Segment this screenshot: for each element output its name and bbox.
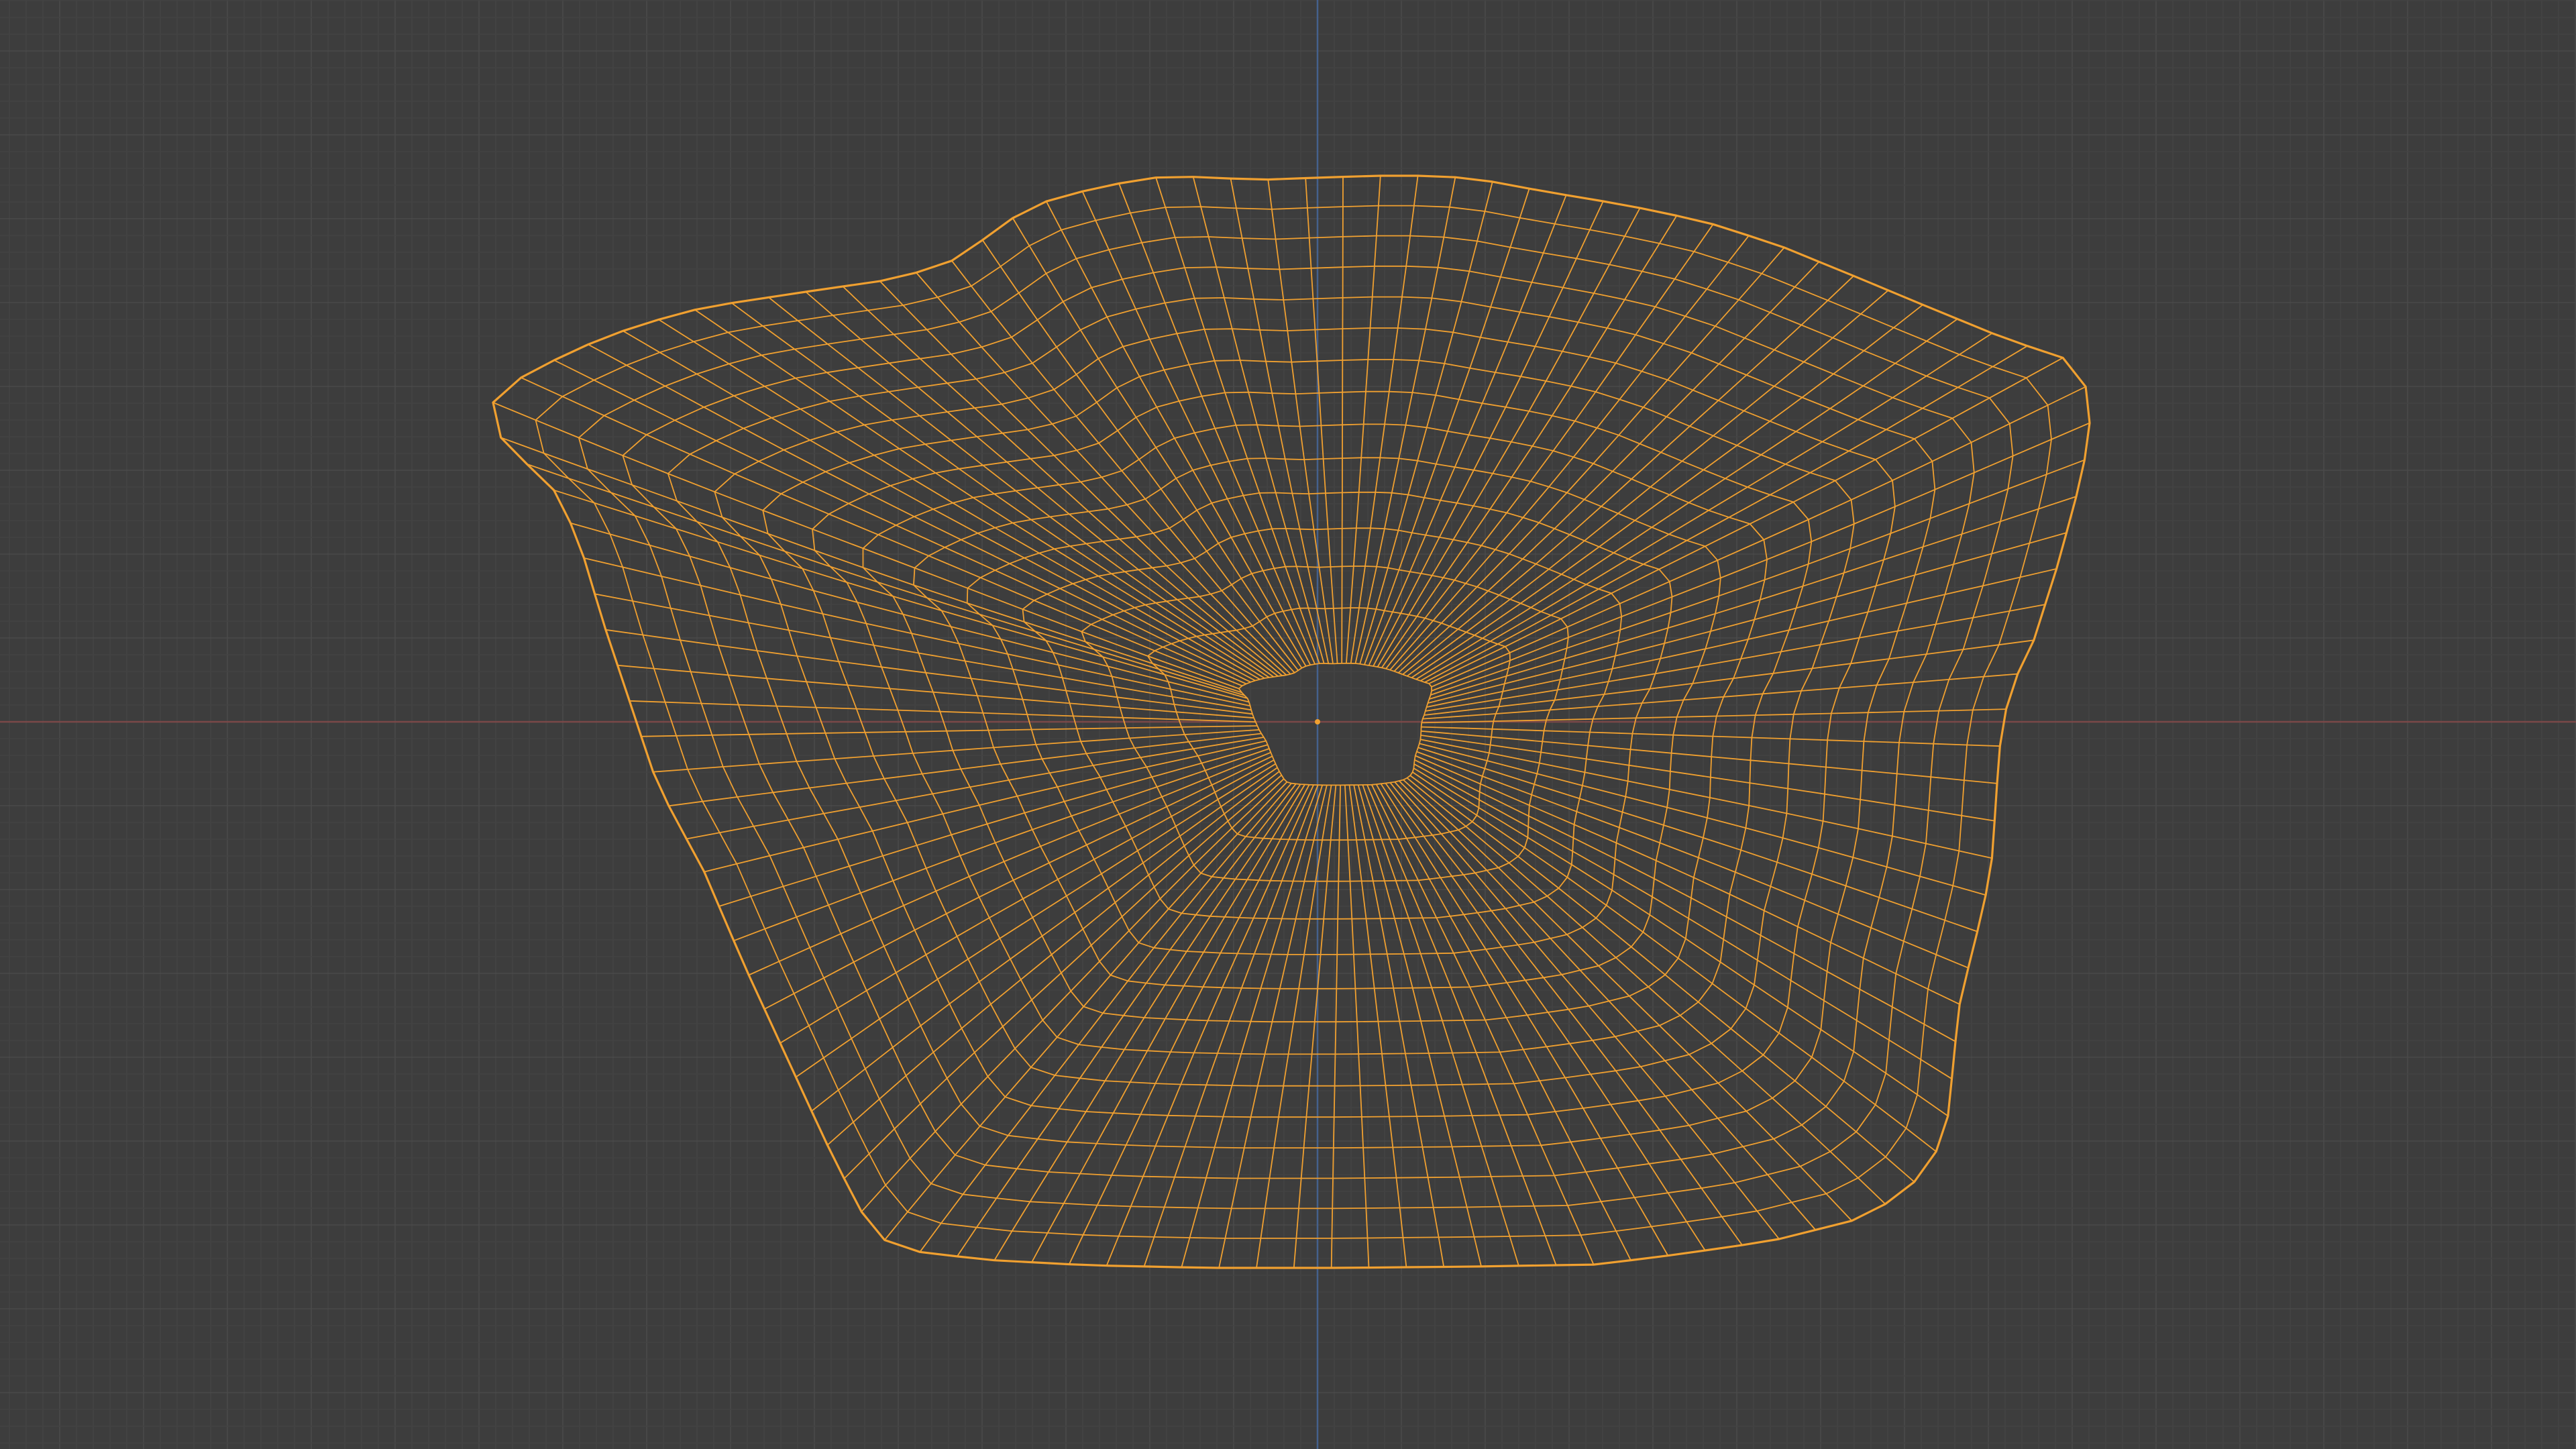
mesh-edge-radial	[1381, 215, 1678, 668]
3d-viewport[interactable]	[0, 0, 2576, 1449]
mesh-edge-radial	[1416, 751, 1969, 969]
mesh-edge-radial	[653, 729, 1260, 773]
mesh-edge-radial	[1409, 775, 1915, 1183]
mesh-edge-radial	[1393, 247, 1785, 672]
mesh-edge-radial	[1377, 207, 1641, 667]
mesh-edge-radial	[1371, 784, 1595, 1265]
mesh-edge-radial	[861, 778, 1285, 1212]
mesh-edge-radial	[1106, 784, 1314, 1267]
mesh-edge-radial	[1397, 261, 1820, 674]
mesh-edge-radial	[1420, 332, 1993, 682]
mesh-edge-radial	[884, 782, 1288, 1241]
mesh-edge-radial	[1421, 708, 2006, 724]
mesh-edge-radial	[1420, 735, 1995, 822]
mesh-edge-radial	[704, 740, 1267, 873]
mesh-edge-radial	[1305, 178, 1338, 664]
mesh-edge-radial	[1218, 785, 1328, 1269]
mesh-edge-radial	[842, 286, 1283, 676]
mesh-edge-radial	[1357, 784, 1482, 1267]
viewport-grid	[0, 0, 2576, 1449]
mesh-edge-radial	[1406, 290, 1889, 677]
mesh-edge-radial	[1330, 785, 1341, 1269]
mesh-edge-radial	[1394, 781, 1780, 1240]
mesh-edge-loop	[1238, 662, 1432, 786]
mesh-edge-radial	[1341, 176, 1344, 663]
mesh-edge-radial	[1389, 782, 1743, 1246]
mesh-edge-loop	[762, 359, 1855, 1087]
mesh-edge-radial	[1420, 739, 1992, 859]
mesh-edge-radial	[805, 291, 1279, 677]
mesh-edge-radial	[1155, 177, 1320, 664]
mesh-edge-radial	[1406, 777, 1886, 1205]
mesh-edge-radial	[1421, 726, 2000, 747]
mesh-edge-radial	[1362, 784, 1519, 1267]
mesh-edge-radial	[764, 755, 1273, 1010]
mesh-edge-radial	[1344, 785, 1370, 1268]
mesh-edge-radial	[1411, 304, 1923, 678]
mesh-edge-radial	[1364, 188, 1530, 665]
mesh-edge-radial	[1424, 345, 2028, 683]
mesh-edge-radial	[1430, 459, 2085, 696]
mesh-edge-radial	[718, 744, 1268, 907]
mesh-edge-radial	[1230, 178, 1330, 664]
mesh-edge-radial	[588, 343, 1251, 683]
mesh-edge-radial	[1380, 783, 1669, 1256]
mesh-edge-radial	[1424, 639, 2034, 716]
mesh-edge-radial	[686, 737, 1265, 840]
mesh-edge-radial	[957, 783, 1297, 1257]
mesh-edge-radial	[1398, 780, 1816, 1230]
mesh-edge-radial	[1403, 779, 1853, 1222]
object-origin-icon	[1315, 719, 1320, 724]
mesh-edge-radial	[623, 330, 1256, 682]
mesh-edge-radial	[1431, 386, 2086, 688]
mesh-edge-radial	[641, 725, 1258, 737]
mesh-edge-loop	[1081, 566, 1569, 882]
